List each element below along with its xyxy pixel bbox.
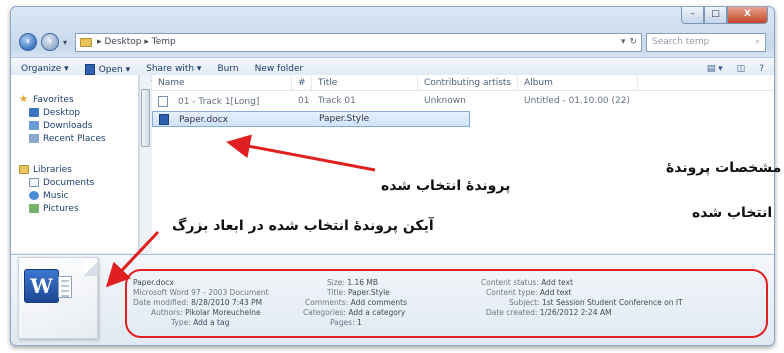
address-path: ▸ Desktop ▸ Temp [97, 37, 176, 47]
refresh-icon[interactable]: ↻ [629, 37, 637, 47]
views-button[interactable]: ▤ ▾ [707, 64, 723, 74]
annotation-large-icon: آیکن پروندهٔ انتخاب شده در ابعاد بزرگ [172, 218, 434, 234]
organize-button[interactable]: Organize ▾ [21, 64, 69, 74]
libraries-icon [19, 165, 29, 174]
sidebar-item-recent-places[interactable]: Recent Places [11, 132, 138, 145]
back-button[interactable]: ‹ [19, 33, 37, 51]
help-button[interactable]: ? [759, 64, 764, 74]
column-header-title[interactable]: Title [312, 74, 418, 91]
address-dropdown-icon[interactable]: ▾ [621, 37, 626, 47]
file-row[interactable]: 01 - Track 1[Long] 01 Track 01 Unknown U… [152, 93, 774, 109]
star-icon: ★ [19, 94, 28, 105]
sidebar-item-downloads[interactable]: Downloads [11, 119, 138, 132]
window-controls: – □ X [681, 7, 768, 24]
sidebar-item-music[interactable]: Music [11, 189, 138, 202]
word-logo-icon: W [24, 269, 59, 303]
search-input[interactable]: Search temp [652, 37, 709, 47]
search-icon: ⌕ [754, 37, 760, 47]
share-with-button[interactable]: Share with ▾ [146, 64, 201, 74]
audio-file-icon [158, 95, 168, 107]
sidebar-item-desktop[interactable]: Desktop [11, 106, 138, 119]
annotation-selected-file: پروندهٔ انتخاب شده [381, 178, 511, 194]
annotation-properties-line1: مشخصات پروندهٔ [666, 160, 782, 176]
navigation-bar: ‹ › ▾ ▸ Desktop ▸ Temp ▾ ↻ Search temp ⌕ [19, 31, 766, 53]
address-bar[interactable]: ▸ Desktop ▸ Temp ▾ ↻ [75, 32, 642, 52]
downloads-icon [29, 121, 39, 130]
sidebar-item-favorites[interactable]: ★ Favorites [11, 93, 138, 106]
close-button[interactable]: X [727, 7, 768, 24]
open-button[interactable]: Open ▾ [84, 63, 130, 75]
sidebar-item-libraries[interactable]: Libraries [11, 163, 138, 176]
search-box[interactable]: Search temp ⌕ [646, 32, 766, 52]
column-header-name[interactable]: Name [152, 74, 292, 91]
folder-icon [80, 37, 92, 47]
sidebar-item-pictures[interactable]: Pictures [11, 202, 138, 215]
document-sheet-icon [58, 276, 72, 298]
properties-highlight-box [125, 269, 768, 338]
column-header-artists[interactable]: Contributing artists [418, 74, 518, 91]
column-headers: Name # Title Contributing artists Album [152, 74, 774, 91]
scrollbar-thumb[interactable] [141, 89, 150, 147]
large-file-thumbnail: W [18, 257, 98, 339]
preview-pane-button[interactable]: ◫ [737, 64, 746, 74]
column-header-album[interactable]: Album [518, 74, 638, 91]
navigation-pane: ★ Favorites Desktop Downloads Recent Plac… [11, 75, 139, 253]
navigation-scrollbar[interactable] [139, 75, 151, 253]
maximize-button[interactable]: □ [704, 7, 727, 24]
word-icon [84, 63, 95, 75]
recent-places-icon [29, 134, 39, 143]
forward-button[interactable]: › [41, 33, 59, 51]
minimize-button[interactable]: – [681, 7, 704, 24]
burn-button[interactable]: Burn [217, 64, 238, 74]
recent-pages-dropdown-icon[interactable]: ▾ [63, 38, 71, 47]
sidebar-item-documents[interactable]: Documents [11, 176, 138, 189]
file-row-selected[interactable]: Paper.docx Paper.Style [152, 111, 470, 127]
new-folder-button[interactable]: New folder [255, 64, 304, 74]
documents-icon [29, 178, 39, 187]
pictures-icon [29, 204, 39, 213]
desktop-icon [29, 108, 39, 117]
column-header-number[interactable]: # [292, 74, 312, 91]
music-icon [29, 191, 39, 200]
word-document-icon [159, 113, 169, 125]
annotation-properties-line2: انتخاب شده [692, 205, 773, 221]
